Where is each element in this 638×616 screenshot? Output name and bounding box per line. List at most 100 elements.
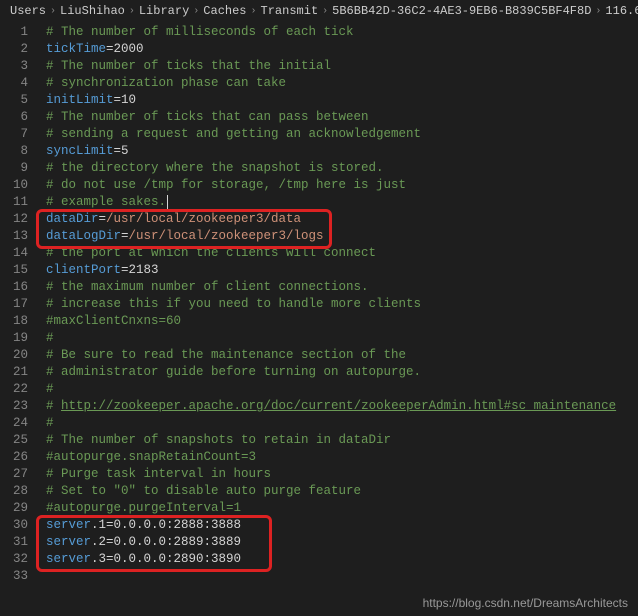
breadcrumb-item[interactable]: Caches	[203, 4, 246, 18]
code-token: #autopurge.snapRetainCount=3	[46, 450, 256, 464]
code-line[interactable]: # Purge task interval in hours	[46, 466, 638, 483]
code-line[interactable]: #	[46, 330, 638, 347]
code-area[interactable]: # The number of milliseconds of each tic…	[36, 22, 638, 616]
code-token: server	[46, 518, 91, 532]
code-line[interactable]: #autopurge.snapRetainCount=3	[46, 449, 638, 466]
code-line[interactable]: #autopurge.purgeInterval=1	[46, 500, 638, 517]
code-token: #	[46, 399, 61, 413]
code-line[interactable]: clientPort=2183	[46, 262, 638, 279]
chevron-right-icon: ›	[129, 6, 135, 17]
line-number: 15	[0, 262, 28, 279]
code-line[interactable]: # http://zookeeper.apache.org/doc/curren…	[46, 398, 638, 415]
code-line[interactable]: server.3=0.0.0.0:2890:3890	[46, 551, 638, 568]
code-token: #	[46, 382, 54, 396]
line-number: 2	[0, 41, 28, 58]
line-number: 33	[0, 568, 28, 585]
breadcrumb-item[interactable]: Users	[10, 4, 46, 18]
text-cursor	[167, 195, 168, 209]
code-token: =	[114, 144, 122, 158]
code-token: #autopurge.purgeInterval=1	[46, 501, 241, 515]
code-token: server	[46, 535, 91, 549]
code-token: =	[99, 212, 107, 226]
code-token: 5	[121, 144, 129, 158]
code-line[interactable]: # increase this if you need to handle mo…	[46, 296, 638, 313]
code-line[interactable]: # The number of ticks that can pass betw…	[46, 109, 638, 126]
code-token: 0.0.0.0:2888:3888	[114, 518, 242, 532]
line-number: 21	[0, 364, 28, 381]
breadcrumb[interactable]: Users›LiuShihao›Library›Caches›Transmit›…	[0, 0, 638, 22]
code-line[interactable]: # the directory where the snapshot is st…	[46, 160, 638, 177]
line-number: 7	[0, 126, 28, 143]
line-number: 25	[0, 432, 28, 449]
line-number: 1	[0, 24, 28, 41]
breadcrumb-item[interactable]: Transmit	[261, 4, 319, 18]
line-number: 19	[0, 330, 28, 347]
code-token: 0.0.0.0:2889:3889	[114, 535, 242, 549]
code-line[interactable]: # Set to "0" to disable auto purge featu…	[46, 483, 638, 500]
code-token: dataDir	[46, 212, 99, 226]
code-line[interactable]: # administrator guide before turning on …	[46, 364, 638, 381]
line-number: 5	[0, 92, 28, 109]
code-line[interactable]: # Be sure to read the maintenance sectio…	[46, 347, 638, 364]
code-token: # do not use /tmp for storage, /tmp here…	[46, 178, 406, 192]
code-line[interactable]	[46, 568, 638, 585]
line-number: 17	[0, 296, 28, 313]
line-number: 29	[0, 500, 28, 517]
code-line[interactable]: dataDir=/usr/local/zookeeper3/data	[46, 211, 638, 228]
code-line[interactable]: # synchronization phase can take	[46, 75, 638, 92]
code-line[interactable]: server.1=0.0.0.0:2888:3888	[46, 517, 638, 534]
line-number: 11	[0, 194, 28, 211]
line-number: 14	[0, 245, 28, 262]
code-token: # the directory where the snapshot is st…	[46, 161, 384, 175]
code-editor[interactable]: 1234567891011121314151617181920212223242…	[0, 22, 638, 616]
code-token: # sending a request and getting an ackno…	[46, 127, 421, 141]
code-token: .2=	[91, 535, 114, 549]
code-line[interactable]: # do not use /tmp for storage, /tmp here…	[46, 177, 638, 194]
line-number: 10	[0, 177, 28, 194]
code-token: # Purge task interval in hours	[46, 467, 271, 481]
watermark: https://blog.csdn.net/DreamsArchitects	[423, 596, 628, 610]
code-token: # Set to "0" to disable auto purge featu…	[46, 484, 361, 498]
code-token: /usr/local/zookeeper3/logs	[129, 229, 324, 243]
line-number: 6	[0, 109, 28, 126]
code-token: # the port at which the clients will con…	[46, 246, 376, 260]
code-token: =	[121, 229, 129, 243]
code-line[interactable]: #maxClientCnxns=60	[46, 313, 638, 330]
code-line[interactable]: # example sakes.	[46, 194, 638, 211]
code-token: # administrator guide before turning on …	[46, 365, 421, 379]
code-line[interactable]: #	[46, 381, 638, 398]
code-line[interactable]: # The number of ticks that the initial	[46, 58, 638, 75]
code-line[interactable]: # the port at which the clients will con…	[46, 245, 638, 262]
line-number: 9	[0, 160, 28, 177]
code-line[interactable]: dataLogDir=/usr/local/zookeeper3/logs	[46, 228, 638, 245]
breadcrumb-item[interactable]: LiuShihao	[60, 4, 125, 18]
code-token: # The number of ticks that can pass betw…	[46, 110, 369, 124]
code-line[interactable]: # The number of snapshots to retain in d…	[46, 432, 638, 449]
code-token: =	[106, 42, 114, 56]
code-line[interactable]: # sending a request and getting an ackno…	[46, 126, 638, 143]
code-line[interactable]: tickTime=2000	[46, 41, 638, 58]
code-token: # Be sure to read the maintenance sectio…	[46, 348, 406, 362]
line-number: 26	[0, 449, 28, 466]
code-line[interactable]: initLimit=10	[46, 92, 638, 109]
breadcrumb-item[interactable]: Library	[139, 4, 189, 18]
code-line[interactable]: # the maximum number of client connectio…	[46, 279, 638, 296]
line-number: 24	[0, 415, 28, 432]
code-token: clientPort	[46, 263, 121, 277]
code-token: http://zookeeper.apache.org/doc/current/…	[61, 399, 616, 413]
code-token: #	[46, 331, 54, 345]
line-number: 28	[0, 483, 28, 500]
line-number: 13	[0, 228, 28, 245]
code-line[interactable]: # The number of milliseconds of each tic…	[46, 24, 638, 41]
breadcrumb-item[interactable]: 5B6BB42D-36C2-4AE3-9EB6-B839C5BF4F8D	[332, 4, 591, 18]
line-number: 20	[0, 347, 28, 364]
code-line[interactable]: syncLimit=5	[46, 143, 638, 160]
code-token: =	[121, 263, 129, 277]
code-line[interactable]: server.2=0.0.0.0:2889:3889	[46, 534, 638, 551]
code-token: # The number of milliseconds of each tic…	[46, 25, 354, 39]
chevron-right-icon: ›	[322, 6, 328, 17]
line-number: 3	[0, 58, 28, 75]
code-line[interactable]: #	[46, 415, 638, 432]
line-number: 4	[0, 75, 28, 92]
breadcrumb-item[interactable]: 116.62	[605, 4, 638, 18]
